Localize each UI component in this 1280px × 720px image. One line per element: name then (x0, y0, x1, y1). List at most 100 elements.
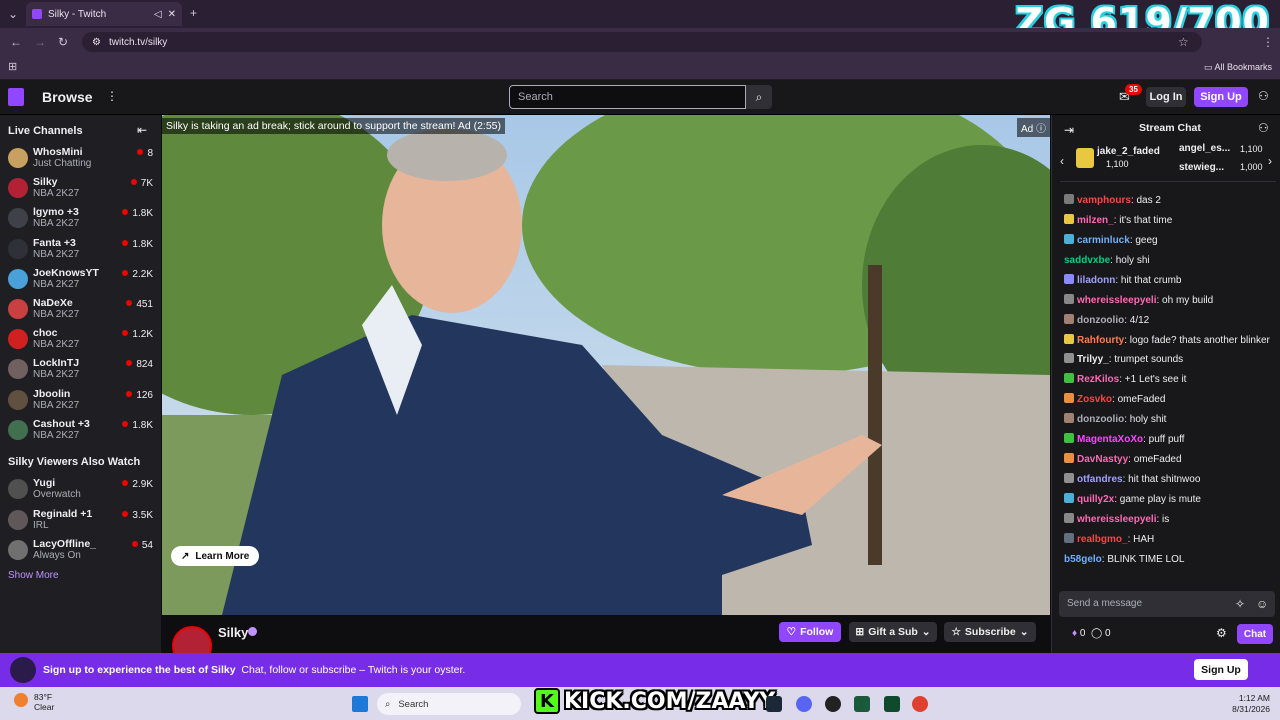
twitch-search-input[interactable]: Search (509, 85, 746, 109)
terminal-icon[interactable] (854, 696, 870, 712)
chat-username[interactable]: Rahfourty (1077, 335, 1124, 346)
live-channel-row[interactable]: choc NBA 2K27 1.2K (8, 327, 153, 355)
browser-menu-icon[interactable]: ⋮ (1262, 36, 1274, 48)
chat-badge-icon[interactable] (1064, 453, 1074, 463)
chat-badge-icon[interactable] (1064, 373, 1074, 383)
chat-username[interactable]: liladonn (1077, 275, 1115, 286)
collapse-sidebar-icon[interactable]: ⇤ (137, 124, 147, 136)
chat-badge-icon[interactable] (1064, 353, 1074, 363)
gifter-3-name[interactable]: stewieg... (1179, 162, 1224, 173)
chat-username[interactable]: vamphours (1077, 195, 1131, 206)
chat-username[interactable]: whereissleepyeli (1077, 514, 1157, 525)
twitch-logo-icon[interactable] (8, 88, 24, 106)
live-channel-row[interactable]: NaDeXe NBA 2K27 451 (8, 297, 153, 325)
banner-signup-button[interactable]: Sign Up (1194, 659, 1248, 680)
chat-settings-icon[interactable]: ⚙ (1216, 627, 1227, 639)
chat-badge-icon[interactable] (1064, 413, 1074, 423)
chat-badge-icon[interactable] (1064, 393, 1074, 403)
chat-username[interactable]: donzoolio (1077, 315, 1124, 326)
live-channel-row[interactable]: Jboolin NBA 2K27 126 (8, 388, 153, 416)
all-bookmarks[interactable]: ▭ All Bookmarks (1204, 62, 1272, 73)
chat-username[interactable]: saddvxbe (1064, 255, 1110, 266)
live-channel-row[interactable]: Cashout +3 NBA 2K27 1.8K (8, 418, 153, 446)
chat-username[interactable]: MagentaXoXo (1077, 434, 1143, 445)
more-options-icon[interactable]: ⋮ (106, 90, 118, 102)
expand-chat-icon[interactable]: ⇥ (1064, 124, 1074, 136)
forward-icon[interactable]: → (34, 36, 46, 48)
bits-icon[interactable]: ✧ (1235, 598, 1245, 610)
emote-icon[interactable]: ☺ (1256, 598, 1268, 610)
chat-username[interactable]: b58gelo (1064, 554, 1102, 565)
chrome-icon[interactable] (912, 696, 928, 712)
live-channel-row[interactable]: Fanta +3 NBA 2K27 1.8K (8, 237, 153, 265)
also-watch-row[interactable]: Yugi Overwatch 2.9K (8, 477, 153, 505)
user-icon[interactable]: ⚇ (1258, 90, 1269, 102)
chat-username[interactable]: RezKilos (1077, 374, 1119, 385)
chat-badge-icon[interactable] (1064, 294, 1074, 304)
chat-username[interactable]: quilly2x (1077, 494, 1114, 505)
weather-widget[interactable]: 83°F Clear (34, 692, 54, 712)
chat-username[interactable]: milzen_ (1077, 215, 1114, 226)
ad-tag[interactable]: Ad ⓘ (1017, 118, 1051, 137)
chat-username[interactable]: donzoolio (1077, 414, 1124, 425)
chevron-left-icon[interactable]: ‹ (1060, 154, 1064, 168)
chat-badge-icon[interactable] (1064, 433, 1074, 443)
browse-link[interactable]: Browse (42, 89, 93, 105)
chat-badge-icon[interactable] (1064, 214, 1074, 224)
chevron-right-icon[interactable]: › (1268, 154, 1272, 168)
chat-username[interactable]: Zosvko (1077, 394, 1112, 405)
follow-button[interactable]: ♡ Follow (779, 622, 841, 642)
chat-send-button[interactable]: Chat (1237, 624, 1273, 644)
live-channel-row[interactable]: Silky NBA 2K27 7K (8, 176, 153, 204)
app-icon[interactable] (884, 696, 900, 712)
github-icon[interactable] (825, 696, 841, 712)
streamer-name[interactable]: Silky (218, 625, 248, 640)
site-info-icon[interactable]: ⚙ (92, 37, 101, 48)
reload-icon[interactable]: ↻ (58, 36, 68, 48)
subscribe-button[interactable]: ☆ Subscribe ⌄ (944, 622, 1036, 642)
back-icon[interactable]: ← (10, 36, 22, 48)
new-tab-icon[interactable]: + (190, 7, 197, 19)
show-more-link[interactable]: Show More (8, 570, 59, 581)
channel-points[interactable]: ♦ 0 ◯ 0 (1072, 628, 1111, 639)
search-button[interactable]: ⌕ (746, 85, 772, 109)
chat-username[interactable]: realbgmo_ (1077, 534, 1128, 545)
login-button[interactable]: Log In (1146, 87, 1186, 107)
chat-badge-icon[interactable] (1064, 194, 1074, 204)
bookmark-star-icon[interactable]: ☆ (1178, 36, 1189, 48)
live-channel-row[interactable]: JoeKnowsYT NBA 2K27 2.2K (8, 267, 153, 295)
chat-badge-icon[interactable] (1064, 274, 1074, 284)
chat-badge-icon[interactable] (1064, 473, 1074, 483)
also-watch-row[interactable]: Reginald +1 IRL 3.5K (8, 508, 153, 536)
speaker-icon[interactable]: ◁ (154, 9, 162, 20)
community-icon[interactable]: ⚇ (1258, 122, 1269, 134)
discord-icon[interactable] (796, 696, 812, 712)
signup-button[interactable]: Sign Up (1194, 87, 1248, 107)
live-channel-row[interactable]: LockInTJ NBA 2K27 824 (8, 357, 153, 385)
gifter-2-name[interactable]: angel_es... (1179, 143, 1230, 154)
video-player[interactable] (162, 115, 1050, 615)
chat-badge-icon[interactable] (1064, 513, 1074, 523)
close-tab-icon[interactable]: ✕ (168, 9, 176, 20)
windows-start-icon[interactable] (352, 696, 368, 712)
chat-username[interactable]: Trilyy_ (1077, 354, 1109, 365)
also-watch-row[interactable]: LacyOffline_ Always On 54 (8, 538, 153, 566)
learn-more-button[interactable]: ↗ Learn More (171, 546, 260, 566)
chat-badge-icon[interactable] (1064, 533, 1074, 543)
address-bar[interactable]: ⚙ twitch.tv/silky (82, 32, 1202, 52)
chat-username[interactable]: otfandres (1077, 474, 1123, 485)
taskbar-clock[interactable]: 1:12 AM 8/31/2026 (1228, 693, 1270, 715)
live-channel-row[interactable]: lgymo +3 NBA 2K27 1.8K (8, 206, 153, 234)
browser-tab[interactable]: Silky - Twitch ◁ ✕ (26, 2, 182, 26)
apps-grid-icon[interactable]: ⊞ (8, 61, 17, 73)
steam-icon[interactable] (766, 696, 782, 712)
tab-search-icon[interactable]: ⌄ (8, 8, 18, 20)
chat-username[interactable]: DavNastyy (1077, 454, 1128, 465)
gift-sub-button[interactable]: ⊞ Gift a Sub ⌄ (849, 622, 937, 642)
chat-username[interactable]: whereissleepyeli (1077, 295, 1157, 306)
chat-badge-icon[interactable] (1064, 334, 1074, 344)
chat-badge-icon[interactable] (1064, 493, 1074, 503)
chat-badge-icon[interactable] (1064, 234, 1074, 244)
chat-username[interactable]: carminluck (1077, 235, 1130, 246)
top-gifter-name[interactable]: jake_2_faded (1097, 146, 1160, 157)
